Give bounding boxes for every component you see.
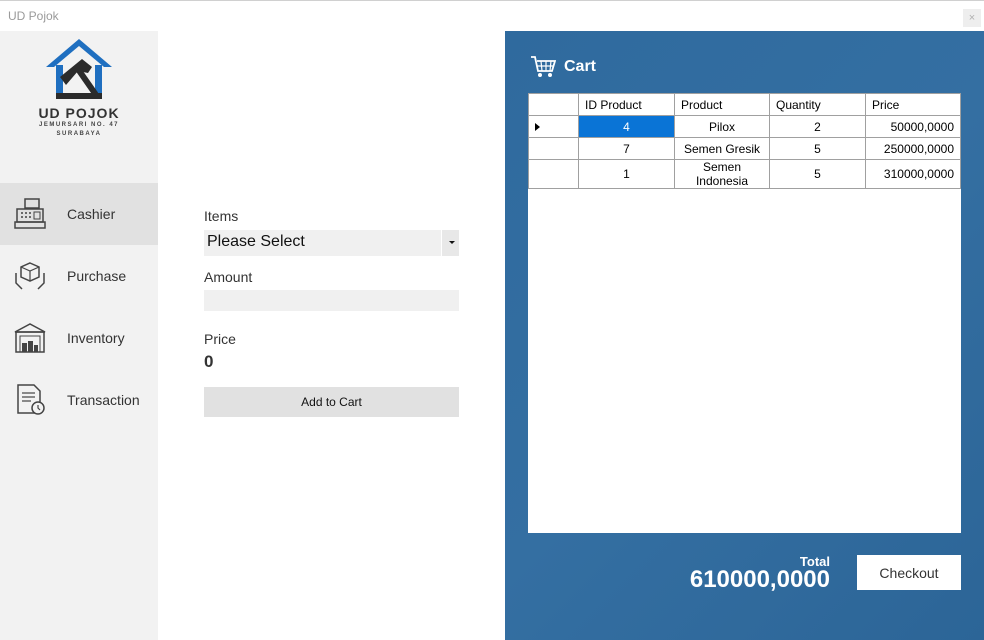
sidebar-item-cashier[interactable]: Cashier bbox=[0, 183, 158, 245]
items-select-value: Please Select bbox=[207, 233, 305, 250]
window-title: UD Pojok bbox=[8, 9, 59, 23]
sidebar-item-label: Cashier bbox=[67, 206, 116, 222]
sidebar-item-inventory[interactable]: Inventory bbox=[0, 307, 158, 369]
hands-box-icon bbox=[15, 262, 45, 290]
document-clock-icon bbox=[17, 384, 45, 415]
sidebar-item-label: Transaction bbox=[67, 392, 140, 408]
brand-address-line1: JEMURSARI NO. 47 bbox=[38, 122, 119, 128]
table-cell[interactable]: Semen Gresik bbox=[674, 137, 770, 160]
sidebar-item-transaction[interactable]: Transaction bbox=[0, 369, 158, 431]
warehouse-icon bbox=[14, 323, 46, 353]
close-icon[interactable]: × bbox=[963, 9, 981, 27]
add-to-cart-button[interactable]: Add to Cart bbox=[204, 387, 459, 417]
table-row[interactable]: 7 Semen Gresik 5 250000,0000 bbox=[528, 137, 961, 160]
table-header-row: ID Product Product Quantity Price bbox=[528, 93, 961, 116]
items-select[interactable]: Please Select bbox=[204, 230, 459, 256]
column-header[interactable]: Quantity bbox=[769, 93, 866, 116]
amount-label: Amount bbox=[204, 269, 253, 285]
checkout-button[interactable]: Checkout bbox=[857, 555, 961, 590]
cart-header: Cart bbox=[530, 53, 596, 81]
cart-title: Cart bbox=[564, 58, 597, 75]
table-cell[interactable]: 7 bbox=[578, 137, 675, 160]
chevron-down-icon[interactable] bbox=[441, 230, 459, 256]
cart-table: ID Product Product Quantity Price 4 Pilo… bbox=[528, 93, 961, 189]
row-pointer-icon bbox=[535, 123, 540, 131]
row-header[interactable] bbox=[528, 137, 579, 160]
table-row[interactable]: 1 Semen Indonesia 5 310000,0000 bbox=[528, 159, 961, 189]
brand-address-line2: SURABAYA bbox=[56, 131, 102, 137]
column-header[interactable]: Product bbox=[674, 93, 770, 116]
table-cell[interactable]: Pilox bbox=[674, 115, 770, 138]
table-cell[interactable]: 2 bbox=[769, 115, 866, 138]
items-label: Items bbox=[204, 208, 239, 224]
table-cell[interactable]: Semen Indonesia bbox=[674, 159, 770, 189]
app-window: UD Pojok × UD POJOK JEMURSARI NO. 47 SUR… bbox=[0, 0, 984, 640]
cart-panel: Cart ID Product Product Quantity Price 4… bbox=[505, 31, 984, 640]
cart-grid[interactable]: ID Product Product Quantity Price 4 Pilo… bbox=[528, 93, 961, 533]
amount-input[interactable] bbox=[204, 290, 459, 311]
shopping-cart-icon bbox=[531, 56, 556, 77]
table-cell[interactable]: 250000,0000 bbox=[865, 137, 961, 160]
row-header[interactable] bbox=[528, 159, 579, 189]
price-value: 0 bbox=[204, 352, 214, 371]
cash-register-icon bbox=[14, 198, 46, 229]
row-header[interactable] bbox=[528, 115, 579, 138]
sidebar-item-label: Purchase bbox=[67, 268, 127, 284]
row-header-corner bbox=[528, 93, 579, 116]
table-cell[interactable]: 1 bbox=[578, 159, 675, 189]
brand-name: UD POJOK bbox=[38, 105, 120, 121]
total-value: 610000,0000 bbox=[689, 566, 830, 593]
table-cell[interactable]: 4 bbox=[578, 115, 675, 138]
title-bar: UD Pojok × bbox=[0, 0, 984, 31]
price-label: Price bbox=[204, 331, 236, 347]
table-cell[interactable]: 50000,0000 bbox=[865, 115, 961, 138]
table-cell[interactable]: 5 bbox=[769, 137, 866, 160]
sidebar: UD POJOK JEMURSARI NO. 47 SURABAYA Cashi… bbox=[0, 31, 158, 640]
column-header[interactable]: Price bbox=[865, 93, 961, 116]
cashier-form: Items Please Select Amount Price 0 Add t… bbox=[158, 31, 505, 640]
house-hammer-logo-icon bbox=[46, 39, 112, 99]
logo: UD POJOK JEMURSARI NO. 47 SURABAYA bbox=[0, 37, 158, 147]
table-row[interactable]: 4 Pilox 2 50000,0000 bbox=[528, 115, 961, 138]
table-cell[interactable]: 310000,0000 bbox=[865, 159, 961, 189]
column-header[interactable]: ID Product bbox=[578, 93, 675, 116]
table-cell[interactable]: 5 bbox=[769, 159, 866, 189]
sidebar-item-label: Inventory bbox=[67, 330, 125, 346]
sidebar-item-purchase[interactable]: Purchase bbox=[0, 245, 158, 307]
